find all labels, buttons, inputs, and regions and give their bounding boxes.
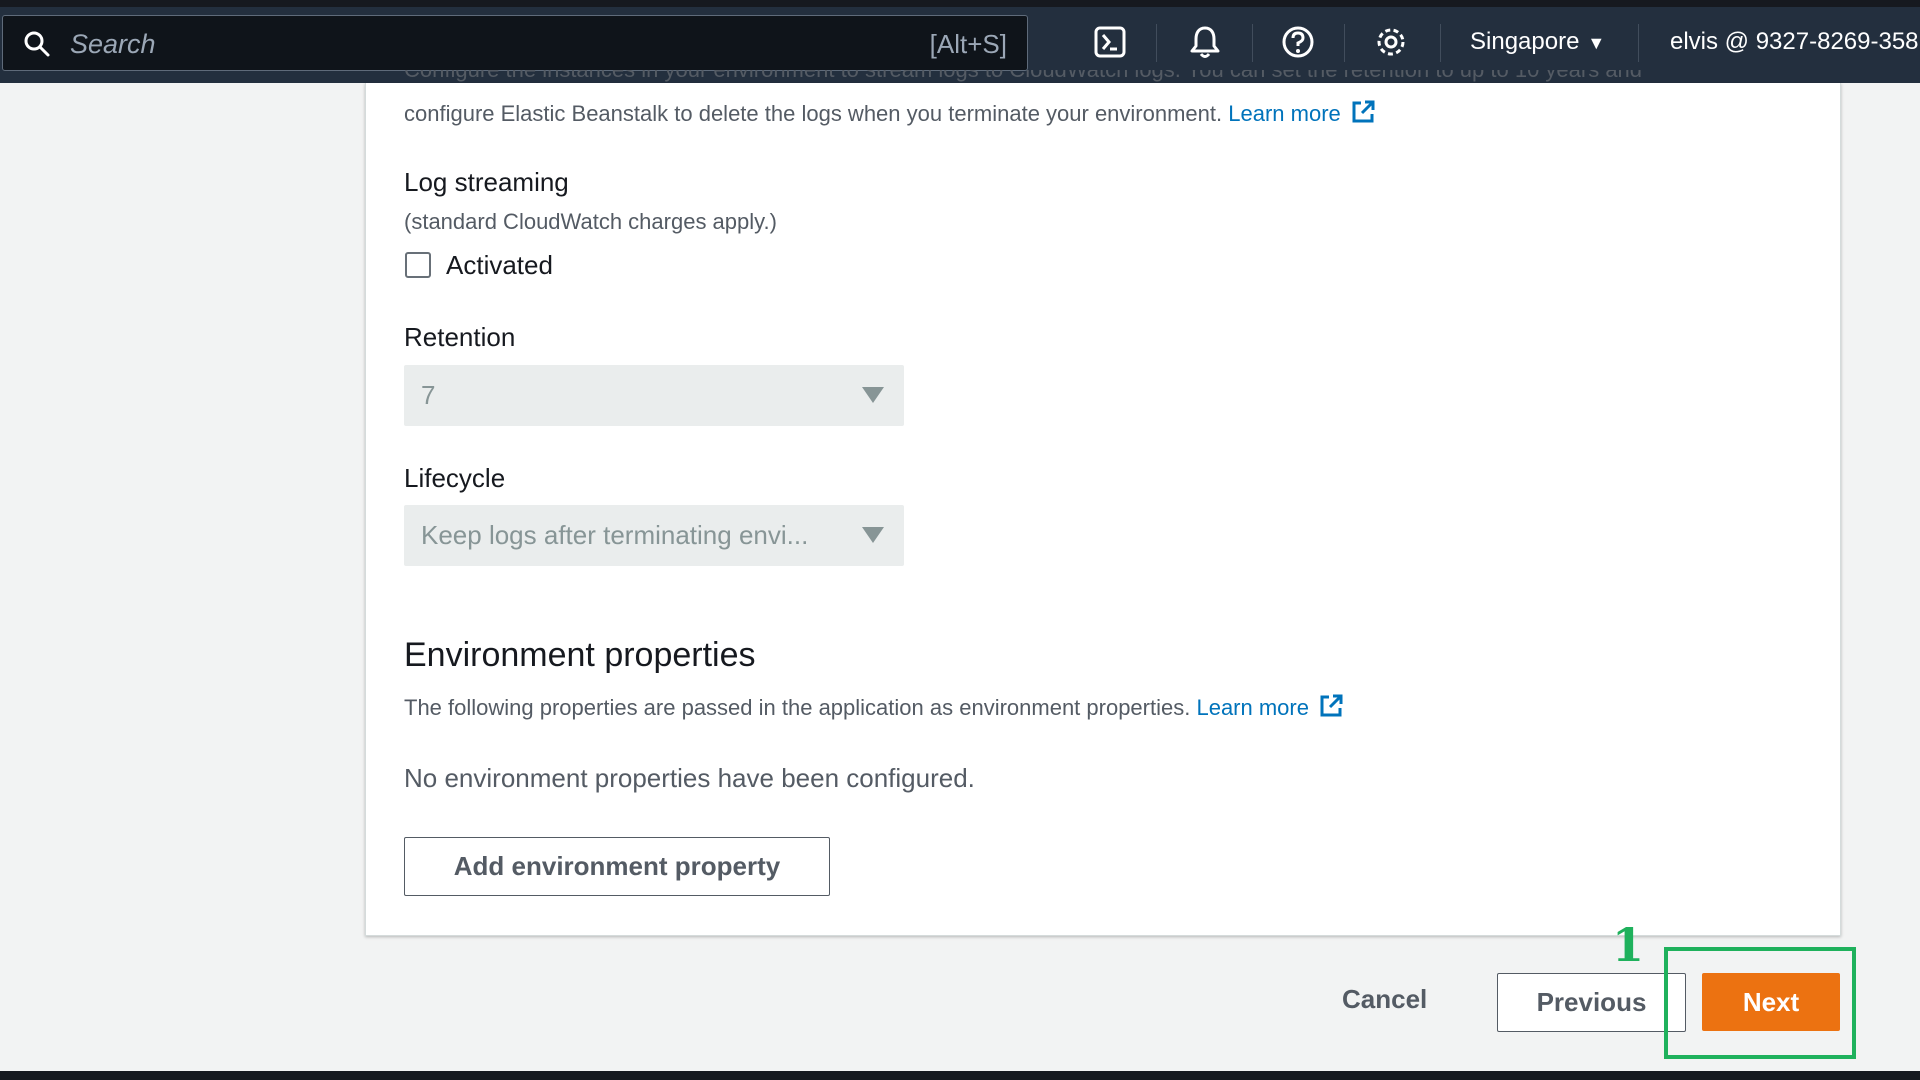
- env-properties-description-text: The following properties are passed in t…: [404, 695, 1191, 720]
- log-streaming-label: Log streaming: [404, 167, 569, 197]
- search-input[interactable]: Search [Alt+S]: [2, 15, 1028, 71]
- region-label: Singapore: [1470, 28, 1580, 55]
- account-menu[interactable]: elvis @ 9327-8269-358: [1670, 28, 1919, 56]
- bottom-bar: [0, 1071, 1920, 1080]
- logs-description: configure Elastic Beanstalk to delete th…: [404, 98, 1377, 127]
- caret-down-icon: ▼: [1587, 33, 1606, 53]
- search-placeholder: Search: [70, 29, 156, 59]
- logs-learn-more-link[interactable]: Learn more: [1228, 101, 1341, 126]
- cloudshell-icon[interactable]: [1092, 24, 1128, 60]
- activated-label[interactable]: Activated: [446, 250, 553, 281]
- gear-icon[interactable]: [1373, 24, 1409, 60]
- external-link-icon[interactable]: [1349, 98, 1377, 126]
- nav-divider: [1156, 24, 1157, 62]
- retention-select[interactable]: 7: [404, 365, 904, 426]
- search-icon: [24, 31, 50, 57]
- dropdown-caret-icon: [862, 527, 884, 543]
- retention-label: Retention: [404, 322, 516, 352]
- nav-top-band: [0, 0, 1920, 7]
- step-number: 1: [1612, 918, 1645, 972]
- bell-icon[interactable]: [1187, 24, 1223, 60]
- retention-value: 7: [421, 380, 436, 410]
- logs-description-clipped: Configure the instances in your environm…: [404, 70, 1642, 83]
- nav-divider: [1440, 24, 1441, 62]
- search-shortcut: [Alt+S]: [929, 29, 1007, 59]
- lifecycle-select[interactable]: Keep logs after terminating envi...: [404, 505, 904, 566]
- lifecycle-value: Keep logs after terminating envi...: [421, 520, 809, 550]
- env-properties-empty-text: No environment properties have been conf…: [404, 763, 975, 793]
- external-link-icon[interactable]: [1317, 692, 1345, 720]
- env-learn-more-link[interactable]: Learn more: [1196, 695, 1309, 720]
- add-environment-property-button[interactable]: Add environment property: [404, 837, 830, 896]
- lifecycle-label: Lifecycle: [404, 463, 506, 493]
- step-highlight-box: [1664, 947, 1856, 1059]
- help-icon[interactable]: [1280, 24, 1316, 60]
- env-properties-description: The following properties are passed in t…: [404, 692, 1345, 721]
- activated-checkbox[interactable]: [405, 252, 431, 278]
- region-selector[interactable]: Singapore ▼: [1470, 28, 1605, 56]
- cancel-button[interactable]: Cancel: [1342, 984, 1427, 1015]
- nav-divider: [1344, 24, 1345, 62]
- dropdown-caret-icon: [862, 387, 884, 403]
- previous-button[interactable]: Previous: [1497, 973, 1686, 1032]
- env-properties-heading: Environment properties: [404, 636, 756, 674]
- nav-divider: [1252, 24, 1253, 62]
- log-streaming-note: (standard CloudWatch charges apply.): [404, 209, 777, 234]
- nav-divider: [1638, 24, 1639, 62]
- logs-description-text: configure Elastic Beanstalk to delete th…: [404, 101, 1223, 126]
